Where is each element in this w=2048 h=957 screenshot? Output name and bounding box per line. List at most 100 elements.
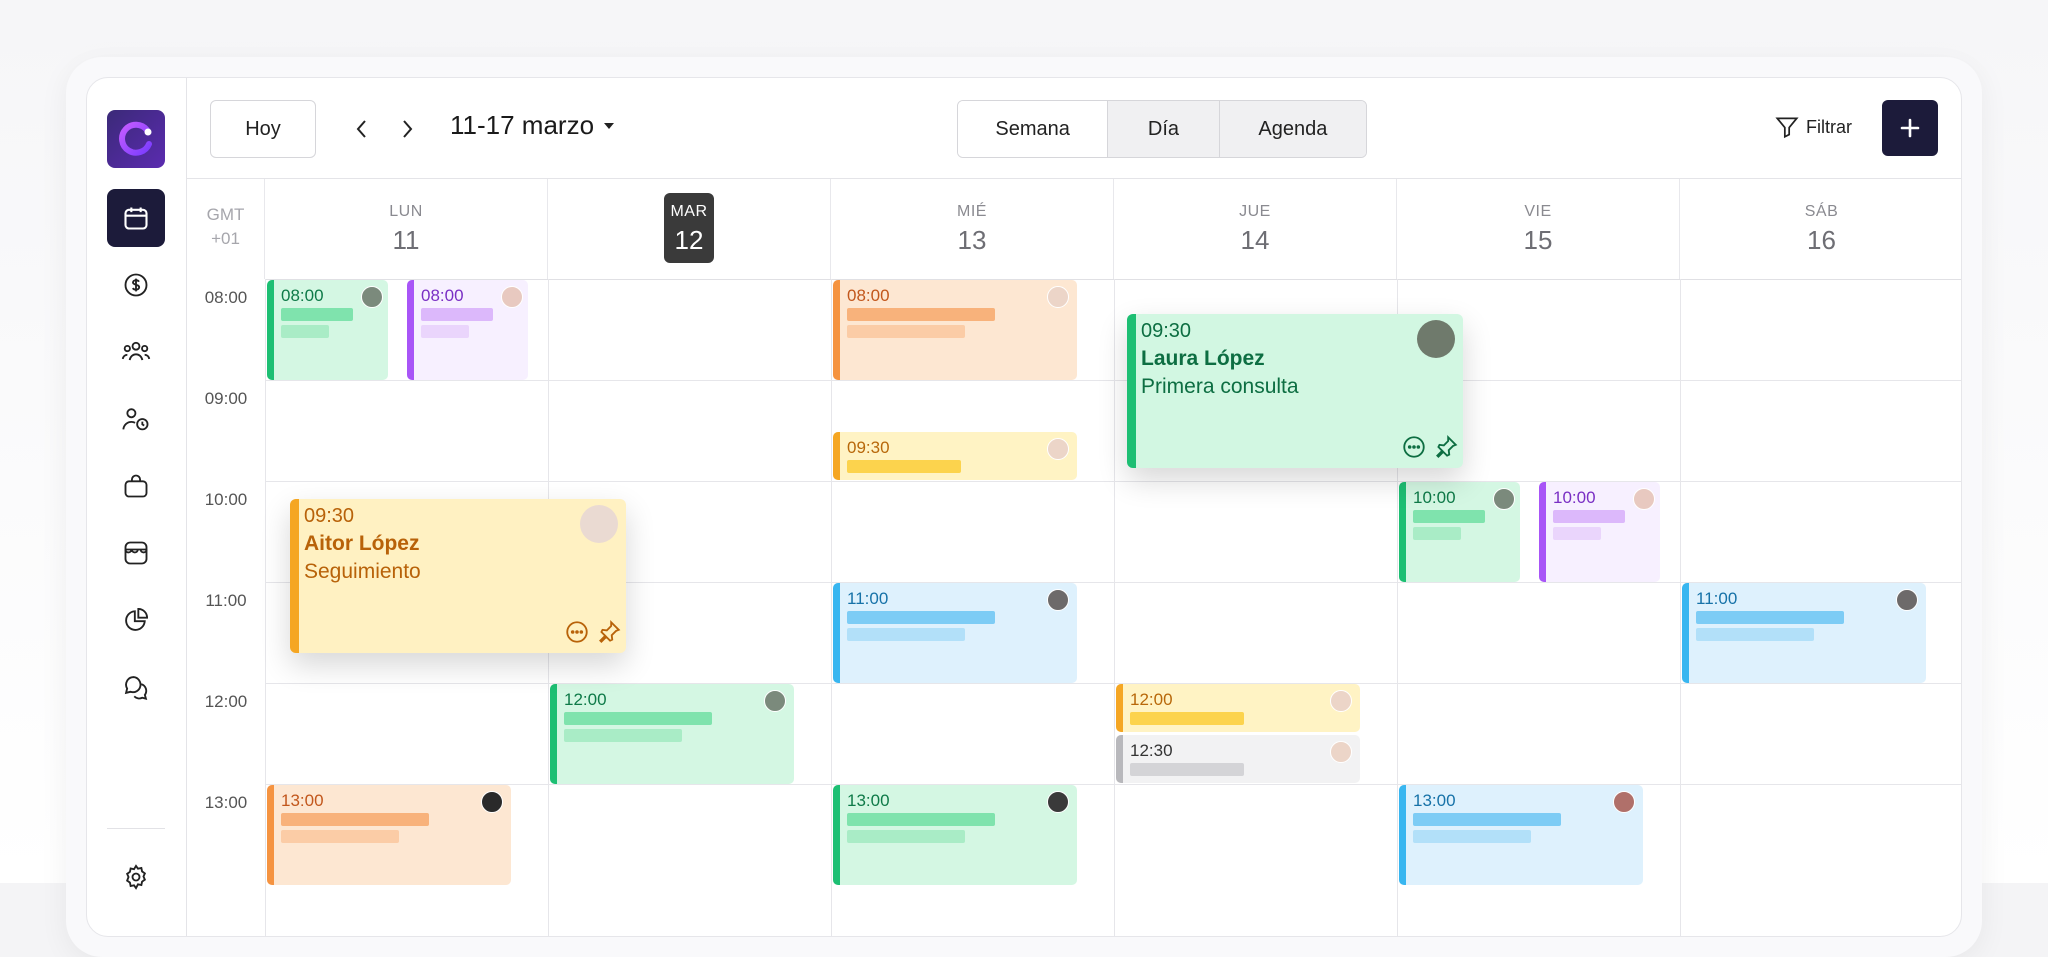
sidebar-item-clients[interactable] (107, 323, 165, 381)
appointment-card[interactable]: 12:30 (1116, 735, 1360, 783)
appointment-placeholder (847, 611, 995, 624)
appointment-card[interactable]: 10:00 (1539, 482, 1660, 582)
client-avatar (1330, 741, 1352, 763)
client-avatar (481, 791, 503, 813)
appointment-placeholder (564, 712, 712, 725)
hour-label: 10:00 (204, 490, 248, 509)
appointment-color-bar (1127, 314, 1136, 468)
day-name: MAR (670, 203, 708, 220)
sidebar-item-messages[interactable] (107, 658, 165, 716)
hour-label: 12:00 (204, 692, 248, 711)
appointment-placeholder (1553, 510, 1625, 523)
client-name: Aitor López (304, 532, 420, 555)
client-avatar (1047, 589, 1069, 611)
appointment-card[interactable]: 12:00 (1116, 684, 1360, 732)
week-grid: GMT +01 LUN 11 MAR 12 MIÉ 13 JUE 14 VIE (187, 178, 1961, 936)
store-icon (124, 541, 148, 565)
appointment-placeholder (1130, 712, 1244, 725)
appointment-card[interactable]: 13:00 (267, 785, 511, 885)
view-agenda-tab[interactable]: Agenda (1218, 101, 1366, 157)
day-number: 16 (1807, 225, 1836, 255)
day-header-mon[interactable]: LUN 11 (265, 179, 548, 279)
pin-icon[interactable] (596, 619, 622, 645)
appointment-color-bar (290, 499, 299, 653)
date-range-selector[interactable]: 11-17 marzo (450, 110, 616, 141)
chevron-left-icon (356, 120, 366, 138)
appointment-color-bar (833, 280, 840, 380)
appointment-card[interactable]: 12:00 (550, 684, 794, 784)
pin-icon[interactable] (1433, 434, 1459, 460)
filter-icon (1775, 117, 1799, 139)
appointment-popup-laura[interactable]: 09:30 Laura López Primera consulta (1127, 314, 1463, 468)
day-number: 14 (1240, 225, 1270, 255)
comment-icon[interactable] (1401, 434, 1427, 460)
day-header-tue-today[interactable]: MAR 12 (548, 179, 831, 279)
sidebar-item-billing[interactable] (107, 256, 165, 314)
appointment-placeholder (847, 308, 995, 321)
appointment-card[interactable]: 13:00 (833, 785, 1077, 885)
appointment-placeholder (1413, 510, 1485, 523)
view-week-tab[interactable]: Semana (958, 101, 1108, 157)
day-number: 11 (392, 225, 420, 255)
hour-label: 08:00 (204, 288, 248, 307)
caret-down-icon (604, 122, 615, 129)
appointment-time: 10:00 (1413, 488, 1456, 507)
client-avatar (1047, 438, 1069, 460)
appointment-card[interactable]: 08:00 (267, 280, 388, 380)
appointment-popup-aitor[interactable]: 09:30 Aitor López Seguimiento (290, 499, 626, 653)
timezone-label: GMT +01 (187, 179, 265, 279)
sidebar-item-settings[interactable] (107, 848, 165, 906)
client-avatar (1896, 589, 1918, 611)
appointment-card[interactable]: 09:30 (833, 432, 1077, 480)
appointment-card[interactable]: 08:00 (407, 280, 528, 380)
appointment-color-bar (1399, 482, 1406, 582)
appointment-actions (1401, 434, 1459, 460)
logo-mark-icon (119, 121, 152, 156)
add-appointment-button[interactable] (1882, 100, 1938, 156)
appointment-color-bar (550, 684, 557, 784)
sidebar-item-staff-schedule[interactable] (107, 390, 165, 448)
day-header-thu[interactable]: JUE 14 (1114, 179, 1397, 279)
appointment-time: 12:00 (1130, 690, 1173, 709)
appointment-placeholder (847, 460, 961, 473)
appointment-color-bar (833, 432, 840, 480)
appointment-placeholder (421, 308, 493, 321)
appointment-card[interactable]: 11:00 (1682, 583, 1926, 683)
day-header-sat[interactable]: SÁB 16 (1680, 179, 1961, 279)
sidebar-item-reports[interactable] (107, 591, 165, 649)
sidebar-item-calendar[interactable] (107, 189, 165, 247)
user-clock-icon (122, 408, 149, 431)
day-name: VIE (1524, 203, 1552, 220)
day-header-wed[interactable]: MIÉ 13 (831, 179, 1114, 279)
appointment-placeholder (1413, 813, 1561, 826)
next-week-button[interactable] (392, 112, 422, 146)
column-divider (831, 279, 832, 936)
appointment-placeholder (1553, 527, 1601, 540)
appointment-card[interactable]: 13:00 (1399, 785, 1643, 885)
previous-week-button[interactable] (347, 112, 377, 146)
column-divider (1114, 279, 1115, 936)
appointment-card[interactable]: 10:00 (1399, 482, 1520, 582)
timezone-gmt: GMT (206, 205, 245, 224)
appointment-time: 08:00 (281, 286, 324, 305)
day-number: 13 (957, 225, 987, 255)
client-avatar (1047, 286, 1069, 308)
appointment-card[interactable]: 11:00 (833, 583, 1077, 683)
appointment-time: 10:00 (1553, 488, 1596, 507)
sidebar-item-store[interactable] (107, 524, 165, 582)
filter-button[interactable]: Filtrar (1774, 114, 1852, 140)
appointment-time: 11:00 (847, 589, 889, 608)
sidebar-item-products[interactable] (107, 457, 165, 515)
app-logo[interactable] (107, 110, 165, 168)
view-day-tab[interactable]: Día (1107, 101, 1219, 157)
comment-icon[interactable] (564, 619, 590, 645)
appointment-time: 11:00 (1696, 589, 1738, 608)
hour-label: 13:00 (204, 793, 248, 812)
today-button[interactable]: Hoy (210, 100, 316, 158)
day-header-fri[interactable]: VIE 15 (1397, 179, 1680, 279)
timezone-offset: +01 (211, 229, 240, 248)
appointment-color-bar (267, 785, 274, 885)
appointment-card[interactable]: 08:00 (833, 280, 1077, 380)
hour-line (265, 481, 1961, 482)
appointment-time: 09:30 (304, 505, 355, 527)
